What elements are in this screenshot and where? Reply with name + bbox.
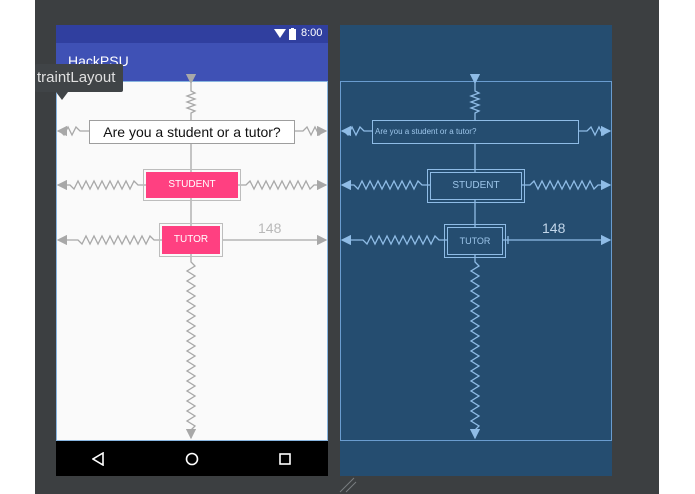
blueprint-tutor-button[interactable]: TUTOR	[447, 227, 503, 255]
tooltip-arrow	[56, 92, 68, 100]
blueprint-student-button[interactable]: STUDENT	[430, 172, 522, 200]
component-tooltip: traintLayout	[35, 64, 124, 92]
blueprint-tutor-margin-label: 148	[542, 220, 566, 236]
question-textview[interactable]: Are you a student or a tutor?	[89, 120, 295, 144]
blueprint-question-textview[interactable]: Are you a student or a tutor?	[372, 120, 579, 144]
tutor-button[interactable]: TUTOR	[162, 226, 220, 254]
student-button[interactable]: STUDENT	[146, 172, 238, 198]
tutor-margin-label: 148	[258, 220, 282, 236]
resize-handle-icon[interactable]	[336, 452, 360, 494]
